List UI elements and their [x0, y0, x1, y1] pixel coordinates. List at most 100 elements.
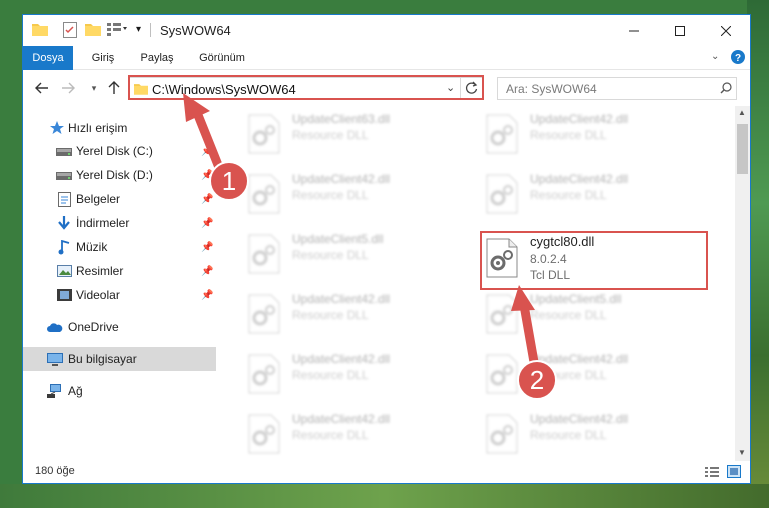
details-view-icon[interactable]: [705, 466, 719, 481]
dll-file-icon: [486, 114, 518, 154]
recent-locations-icon[interactable]: ▾: [85, 80, 103, 96]
dll-file-icon: [486, 414, 518, 454]
pin-icon: 📌: [201, 145, 214, 157]
file-name: UpdateClient42.dll: [530, 112, 629, 126]
nav-quick-access[interactable]: Hızlı erişim: [23, 116, 216, 140]
nav-this-pc-label: Bu bilgisayar: [68, 352, 137, 366]
tab-home[interactable]: Giriş: [83, 46, 123, 70]
expand-ribbon-icon[interactable]: ⌄: [711, 51, 719, 62]
nav-item-music[interactable]: Müzik 📌: [23, 235, 216, 259]
title-bar: ▾ SysWOW64: [23, 15, 750, 46]
window-title: SysWOW64: [160, 23, 231, 38]
dll-file-icon: [486, 354, 518, 394]
nav-item-videos[interactable]: Videolar 📌: [23, 283, 216, 307]
scrollbar-thumb[interactable]: [737, 124, 748, 174]
file-tile[interactable]: UpdateClient42.dll Resource DLL: [480, 166, 710, 222]
large-icons-view-icon[interactable]: [727, 465, 741, 481]
close-button[interactable]: [703, 15, 749, 46]
file-tile[interactable]: UpdateClient42.dll Resource DLL: [242, 286, 472, 342]
file-highlight-box: [480, 231, 708, 290]
file-name: UpdateClient42.dll: [530, 352, 629, 366]
nav-onedrive-label: OneDrive: [68, 320, 119, 334]
status-bar: 180 öğe: [23, 461, 750, 483]
file-tile[interactable]: UpdateClient42.dll Resource DLL: [480, 406, 710, 461]
nav-item-label: Yerel Disk (C:): [76, 144, 153, 158]
dll-file-icon: [486, 174, 518, 214]
file-tile[interactable]: UpdateClient5.dll Resource DLL: [480, 286, 710, 342]
file-description: Resource DLL: [530, 428, 607, 442]
file-description: Resource DLL: [292, 128, 369, 142]
cloud-icon: [47, 319, 63, 335]
nav-item-local-disk-d[interactable]: Yerel Disk (D:) 📌: [23, 163, 216, 187]
file-tile[interactable]: UpdateClient63.dll Resource DLL: [242, 106, 472, 162]
nav-network[interactable]: Ağ: [23, 379, 216, 403]
drive-icon: [56, 143, 72, 159]
nav-item-label: Yerel Disk (D:): [76, 168, 153, 182]
quick-access-dropdown-icon[interactable]: ▾: [136, 24, 141, 40]
file-description: Resource DLL: [292, 188, 369, 202]
nav-item-label: Videolar: [76, 288, 120, 302]
file-name: UpdateClient42.dll: [292, 172, 391, 186]
nav-item-label: Müzik: [76, 240, 108, 254]
file-name: UpdateClient5.dll: [530, 292, 622, 306]
search-input[interactable]: Ara: SysWOW64: [497, 77, 737, 100]
download-icon: [56, 215, 72, 231]
explorer-window: ▾ SysWOW64 Dosya Giriş Paylaş Görünüm ⌄ …: [22, 14, 751, 484]
drive-icon: [56, 167, 72, 183]
video-icon: [56, 287, 72, 303]
file-description: Resource DLL: [530, 368, 607, 382]
vertical-scrollbar[interactable]: ▲ ▼: [735, 106, 750, 461]
customize-toolbar-icon[interactable]: [107, 22, 127, 38]
file-tile[interactable]: UpdateClient42.dll Resource DLL: [242, 166, 472, 222]
file-tile[interactable]: UpdateClient42.dll Resource DLL: [242, 346, 472, 402]
nav-this-pc[interactable]: Bu bilgisayar: [23, 347, 216, 371]
scroll-down-icon[interactable]: ▼: [738, 448, 746, 457]
navigation-pane: Hızlı erişim Yerel Disk (C:) 📌 Yerel Dis…: [23, 106, 216, 461]
forward-button[interactable]: [59, 80, 77, 96]
back-button[interactable]: [33, 80, 51, 96]
nav-quick-access-label: Hızlı erişim: [68, 121, 128, 135]
address-highlight-box: [128, 75, 484, 100]
file-tile[interactable]: UpdateClient5.dll Resource DLL: [242, 226, 472, 282]
nav-item-pictures[interactable]: Resimler 📌: [23, 259, 216, 283]
nav-network-label: Ağ: [68, 384, 83, 398]
scroll-up-icon[interactable]: ▲: [738, 108, 746, 117]
properties-icon[interactable]: [63, 22, 77, 38]
nav-item-local-disk-c[interactable]: Yerel Disk (C:) 📌: [23, 139, 216, 163]
file-name: UpdateClient42.dll: [292, 412, 391, 426]
title-separator: [150, 23, 151, 37]
nav-onedrive[interactable]: OneDrive: [23, 315, 216, 339]
new-folder-icon[interactable]: [85, 22, 101, 38]
folder-icon: [32, 22, 48, 38]
file-name: UpdateClient42.dll: [530, 412, 629, 426]
pin-icon: 📌: [201, 217, 214, 229]
tab-share[interactable]: Paylaş: [135, 46, 179, 70]
pin-icon: 📌: [201, 265, 214, 277]
file-description: Resource DLL: [292, 248, 369, 262]
file-description: Resource DLL: [530, 308, 607, 322]
up-button[interactable]: [105, 80, 123, 96]
file-tile[interactable]: UpdateClient42.dll Resource DLL: [242, 406, 472, 461]
maximize-button[interactable]: [657, 15, 703, 46]
nav-item-downloads[interactable]: İndirmeler 📌: [23, 211, 216, 235]
nav-item-label: İndirmeler: [76, 216, 130, 230]
nav-item-label: Resimler: [76, 264, 124, 278]
minimize-button[interactable]: [611, 15, 657, 46]
file-tile[interactable]: UpdateClient42.dll Resource DLL: [480, 346, 710, 402]
dll-file-icon: [248, 114, 280, 154]
help-icon[interactable]: ?: [731, 50, 745, 67]
nav-item-label: Belgeler: [76, 192, 121, 206]
pin-icon: 📌: [201, 193, 214, 205]
svg-text:?: ?: [735, 53, 741, 64]
search-placeholder: Ara: SysWOW64: [506, 82, 597, 96]
tab-view[interactable]: Görünüm: [193, 46, 251, 70]
file-description: Resource DLL: [530, 188, 607, 202]
nav-item-documents[interactable]: Belgeler 📌: [23, 187, 216, 211]
pin-icon: 📌: [201, 241, 214, 253]
dll-file-icon: [248, 174, 280, 214]
file-tile[interactable]: UpdateClient42.dll Resource DLL: [480, 106, 710, 162]
file-description: Resource DLL: [292, 368, 369, 382]
file-name: UpdateClient42.dll: [292, 352, 391, 366]
dll-file-icon: [248, 294, 280, 334]
tab-file[interactable]: Dosya: [23, 46, 73, 70]
